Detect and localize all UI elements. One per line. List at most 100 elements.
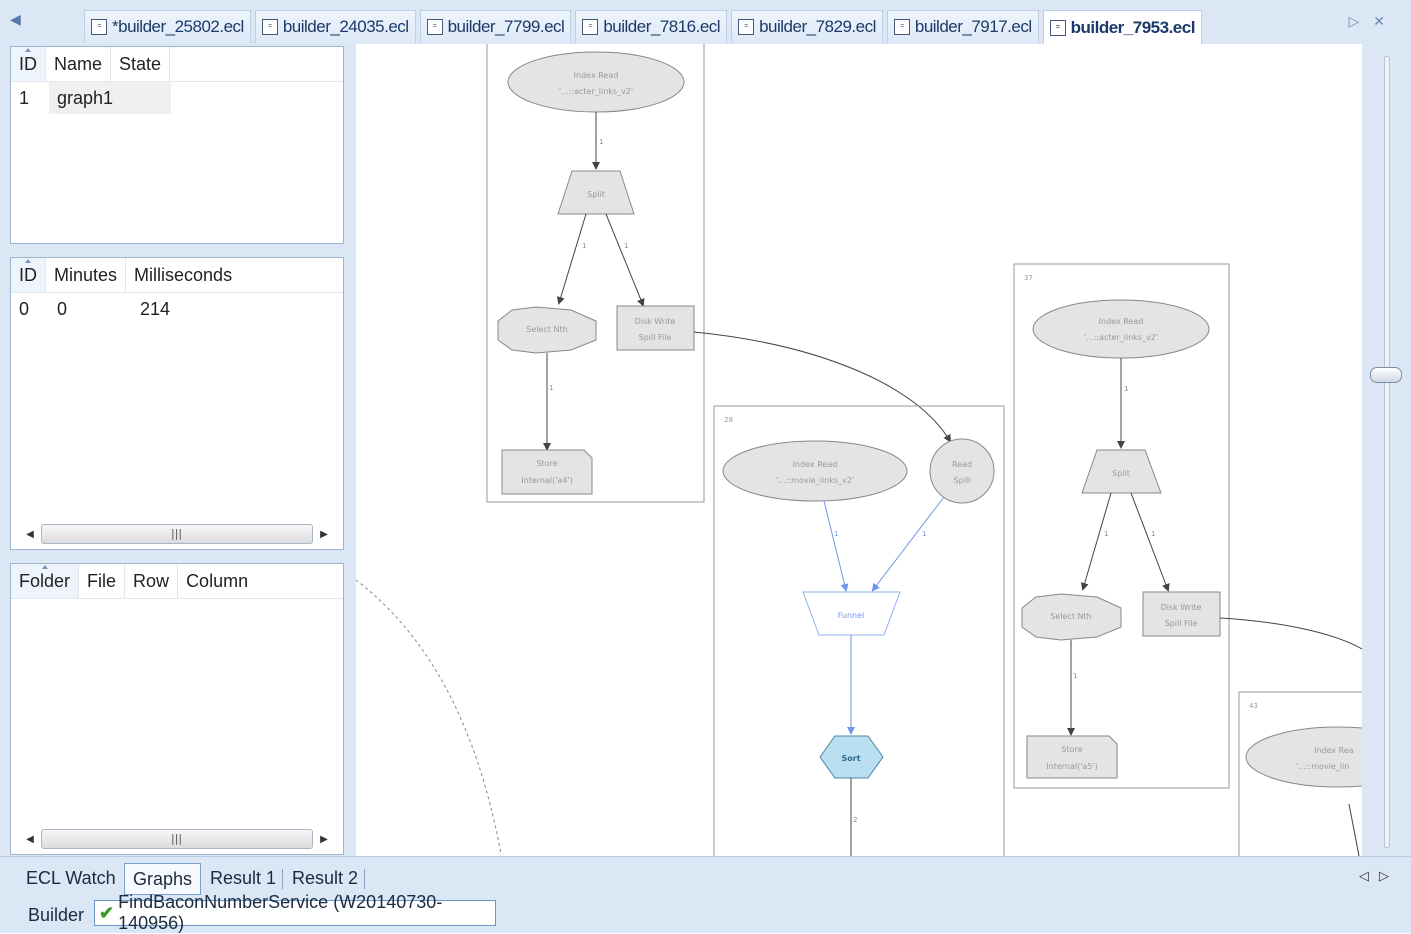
node-disk-write[interactable] (616, 305, 695, 351)
column-header-column[interactable]: Column (178, 564, 256, 598)
column-header-id[interactable]: ID (11, 47, 46, 81)
edge (1348, 803, 1360, 856)
tab-builder-7829[interactable]: = builder_7829.ecl (731, 10, 883, 43)
edge-label: 1 (1124, 385, 1128, 393)
node-label: Disk Write (1161, 603, 1202, 612)
scroll-left-icon[interactable]: ◀ (23, 834, 37, 845)
tab-scroll-left-icon[interactable]: ◀ (10, 12, 21, 28)
edge (605, 213, 645, 307)
cell-name: graph1 (49, 82, 171, 114)
tab-builder-7953[interactable]: = builder_7953.ecl (1042, 10, 1202, 45)
grip-icon: ||| (171, 832, 183, 845)
graph-canvas[interactable]: Index Read '...::acter_links_v2' 1 Split… (356, 44, 1362, 856)
horizontal-scrollbar[interactable]: ◀ ||| ▶ (23, 524, 331, 544)
node-disk-write[interactable] (1142, 591, 1221, 637)
node-index-read[interactable] (1245, 726, 1362, 788)
subgraph-label: 43 (1249, 702, 1258, 710)
tab-label: builder_7799.ecl (447, 17, 565, 36)
builder-workunit-value: FindBaconNumberService (W20140730-140956… (118, 892, 443, 933)
tab-list: = *builder_25802.ecl = builder_24035.ecl =… (84, 10, 1206, 45)
file-icon: = (582, 19, 599, 35)
zoom-slider-thumb[interactable] (1370, 367, 1402, 383)
files-header: Folder File Row Column (11, 564, 343, 599)
node-sublabel: Internal('a5') (1046, 762, 1097, 771)
edge-label: 1 (624, 242, 628, 250)
column-header-state[interactable]: State (111, 47, 171, 81)
zoom-slider-track[interactable] (1384, 56, 1390, 848)
tab-builder-25802[interactable]: = *builder_25802.ecl (84, 10, 251, 43)
table-row[interactable]: 1 graph1 (11, 82, 343, 114)
node-index-read[interactable] (722, 440, 908, 502)
node-label: Sort (841, 754, 860, 763)
scroll-right-icon[interactable]: ▷ (1348, 14, 1373, 30)
node-store[interactable] (501, 449, 593, 495)
scrollbar-thumb[interactable]: ||| (41, 829, 313, 849)
node-index-read[interactable] (1032, 299, 1210, 359)
file-icon: = (426, 19, 443, 35)
node-read-spill[interactable] (929, 438, 995, 504)
column-header-folder[interactable]: Folder (11, 564, 80, 598)
tab-builder-7799[interactable]: = builder_7799.ecl (419, 10, 572, 43)
node-label: Select Nth (1050, 612, 1091, 621)
column-header-milliseconds[interactable]: Milliseconds (126, 258, 240, 292)
column-header-file[interactable]: File (79, 564, 126, 598)
table-row[interactable]: 0 0 214 (11, 293, 343, 325)
scroll-right-icon[interactable]: ▷ (1379, 869, 1399, 884)
node-sublabel: Internal('a4') (521, 476, 572, 485)
builder-workunit-field[interactable]: ✔ FindBaconNumberService (W20140730-1409… (94, 892, 496, 933)
tab-graphs[interactable]: Graphs (124, 863, 202, 895)
tab-builder-7917[interactable]: = builder_7917.ecl (886, 10, 1039, 43)
zoom-slider[interactable] (1362, 44, 1411, 856)
edge-label: 1 (1073, 672, 1077, 680)
tab-label: builder_7953.ecl (1070, 18, 1196, 37)
graphs-list-panel: ID Name State 1 graph1 (10, 46, 344, 244)
node-index-read[interactable] (507, 51, 685, 113)
tab-result-2[interactable]: Result 2 (284, 863, 366, 893)
scroll-left-icon[interactable]: ◀ (23, 529, 37, 540)
tab-separator (282, 869, 283, 889)
edge (823, 500, 849, 592)
check-icon: ✔ (99, 902, 115, 923)
file-icon: = (738, 19, 755, 35)
subgraph-label: 37 (1024, 274, 1033, 282)
node-sublabel: '...::movie_links_v2' (776, 476, 854, 485)
node-label: Index Read (574, 71, 619, 80)
column-header-minutes[interactable]: Minutes (46, 258, 127, 292)
tab-overflow-controls: ▷✕ (1348, 14, 1399, 30)
node-label: Index Read (793, 460, 838, 469)
scrollbar-thumb[interactable]: ||| (41, 524, 313, 544)
column-header-row[interactable]: Row (125, 564, 179, 598)
tab-result-1[interactable]: Result 1 (202, 863, 284, 893)
scroll-right-icon[interactable]: ▶ (317, 834, 331, 845)
node-sublabel: Spill (954, 476, 971, 485)
node-store[interactable] (1026, 735, 1118, 779)
edge-label: 1 (922, 530, 926, 538)
timings-panel: ID Minutes Milliseconds 0 0 214 ◀ ||| ▶ (10, 257, 344, 550)
file-icon: = (91, 19, 107, 35)
tab-ecl-watch[interactable]: ECL Watch (18, 863, 124, 893)
column-header-id[interactable]: ID (11, 258, 46, 292)
graphs-list-header: ID Name State (11, 47, 343, 82)
scroll-left-icon[interactable]: ◁ (1359, 869, 1379, 884)
tab-label: *builder_25802.ecl (112, 17, 244, 36)
horizontal-scrollbar[interactable]: ◀ ||| ▶ (23, 829, 331, 849)
tab-builder-24035[interactable]: = builder_24035.ecl (254, 10, 416, 43)
edge-label: 1 (834, 530, 838, 538)
tab-label: builder_24035.ecl (282, 17, 409, 36)
edge (556, 213, 587, 305)
node-label: Index Read (1099, 317, 1144, 326)
tab-builder-7816[interactable]: = builder_7816.ecl (575, 10, 728, 43)
subgraph-label: 28 (724, 416, 733, 424)
cell-milliseconds: 214 (140, 298, 171, 319)
cell-minutes: 0 (57, 298, 68, 319)
node-label: Select Nth (526, 325, 567, 334)
scroll-right-icon[interactable]: ▶ (317, 529, 331, 540)
cell-id: 0 (19, 298, 30, 319)
edge-label: 1 (599, 138, 603, 146)
edge-label: 1 (549, 384, 553, 392)
cell-id: 1 (19, 87, 30, 108)
close-icon[interactable]: ✕ (1373, 14, 1399, 30)
edge-spill (693, 331, 952, 443)
column-header-name[interactable]: Name (46, 47, 112, 81)
node-label: Split (1112, 469, 1130, 478)
